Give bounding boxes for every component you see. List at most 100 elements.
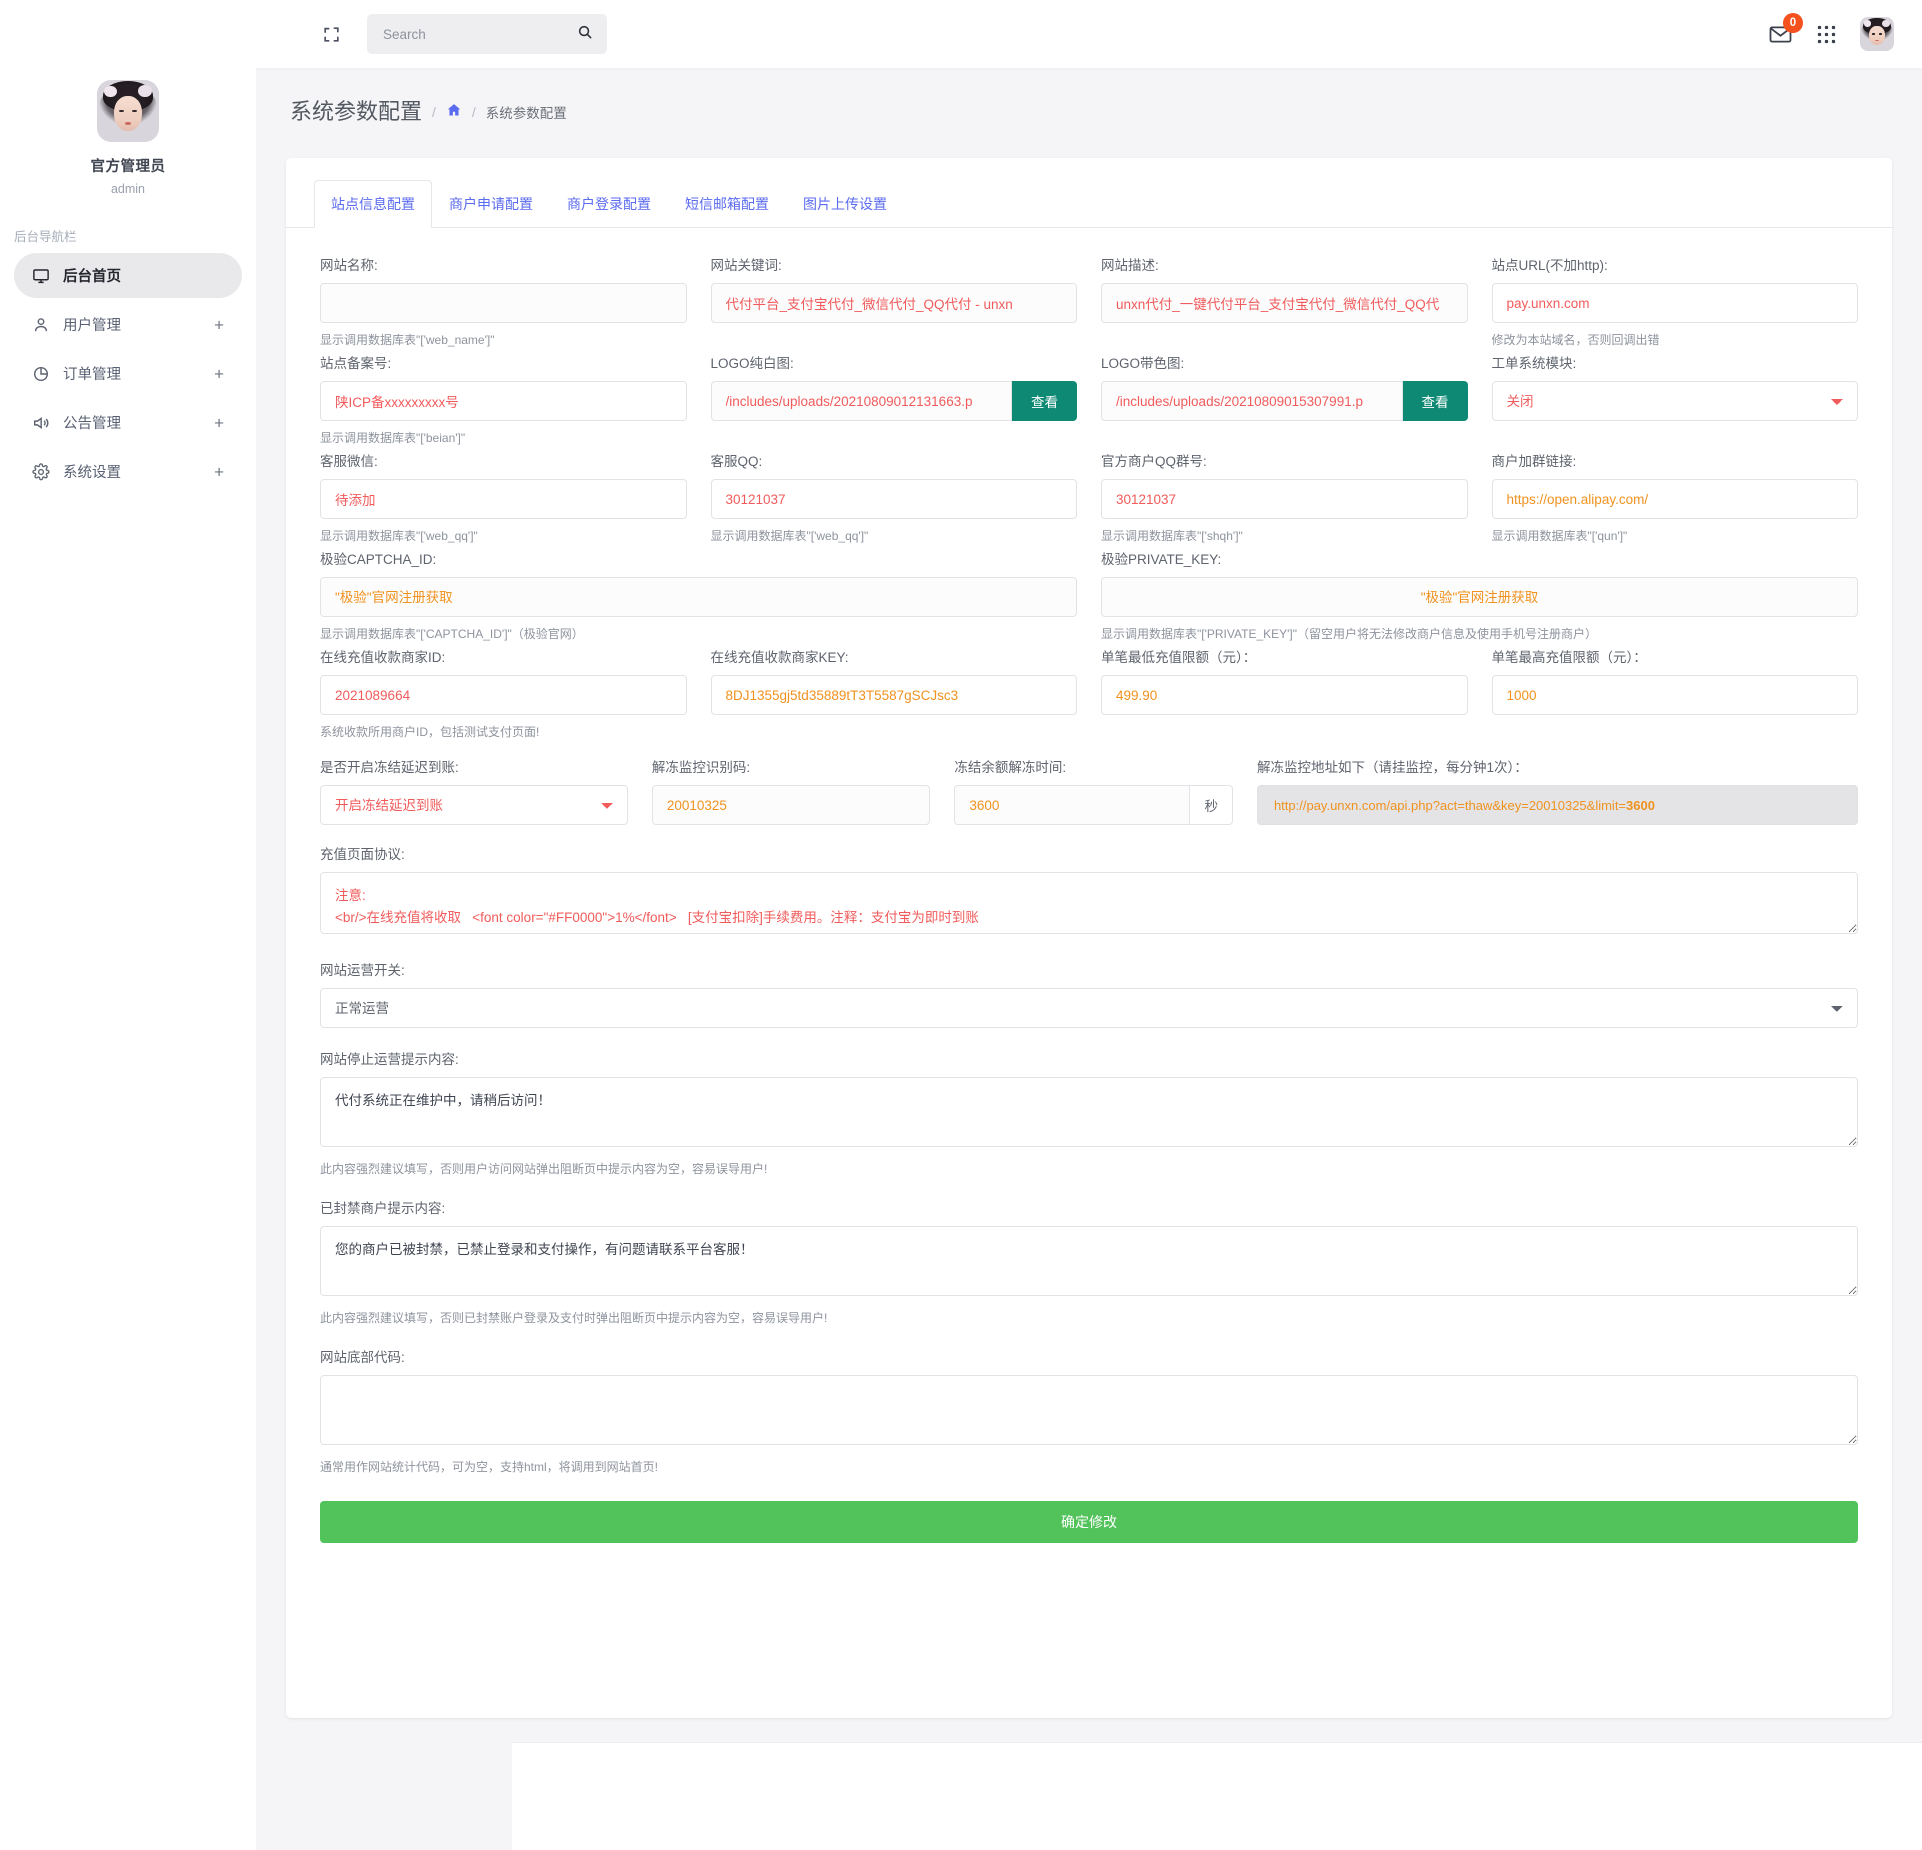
expand-icon[interactable] bbox=[322, 25, 341, 44]
logo-white-input[interactable] bbox=[710, 381, 1012, 421]
sidebar-item-users[interactable]: 用户管理 + bbox=[14, 302, 242, 347]
field-beian: 站点备案号: 显示调用数据库表"['beian']" bbox=[320, 352, 687, 446]
tab-bar: 站点信息配置 商户申请配置 商户登录配置 短信邮箱配置 图片上传设置 bbox=[286, 180, 1892, 228]
captcha-id-input[interactable] bbox=[320, 577, 1077, 617]
group-link-input[interactable] bbox=[1491, 479, 1858, 519]
field-hint: 此内容强烈建议填写，否则用户访问网站弹出阻断页中提示内容为空，容易误导用户! bbox=[320, 1162, 768, 1176]
field-label: LOGO纯白图: bbox=[710, 356, 794, 371]
field-hint: 显示调用数据库表"['PRIVATE_KEY']"（留空用户将无法修改商户信息及… bbox=[1101, 627, 1598, 641]
qq-group-input[interactable] bbox=[1101, 479, 1468, 519]
thaw-time-unit: 秒 bbox=[1190, 785, 1233, 825]
operation-switch-select[interactable]: 正常运营 bbox=[320, 988, 1858, 1028]
expand-plus-icon[interactable]: + bbox=[214, 463, 224, 480]
avatar[interactable] bbox=[1860, 17, 1894, 51]
tab-merchant-login[interactable]: 商户登录配置 bbox=[550, 180, 668, 228]
page-title: 系统参数配置 bbox=[290, 99, 423, 124]
ticket-module-select[interactable]: 关闭 bbox=[1491, 381, 1858, 421]
field-hint: 显示调用数据库表"['CAPTCHA_ID']"（极验官网） bbox=[320, 627, 584, 641]
field-min-recharge: 单笔最低充值限额（元）： bbox=[1101, 646, 1468, 740]
merchant-id-input[interactable] bbox=[320, 675, 687, 715]
form-row-3: 客服微信: 显示调用数据库表"['web_qq']" 客服QQ: 显示调用数据库… bbox=[320, 450, 1858, 544]
field-hint: 显示调用数据库表"['qun']" bbox=[1491, 529, 1628, 543]
sidebar-profile: 官方管理员 admin bbox=[0, 0, 256, 196]
field-site-url: 站点URL(不加http): 修改为本站域名，否则回调出错 bbox=[1491, 254, 1858, 348]
max-recharge-input[interactable] bbox=[1491, 675, 1858, 715]
view-logo-white-button[interactable]: 查看 bbox=[1012, 381, 1077, 421]
field-label: 已封禁商户提示内容: bbox=[320, 1201, 446, 1216]
home-icon[interactable] bbox=[446, 102, 462, 122]
search-input[interactable] bbox=[381, 25, 577, 43]
field-label: 解冻监控识别码: bbox=[651, 760, 751, 775]
web-keywords-input[interactable] bbox=[710, 283, 1077, 323]
sidebar-item-announcements[interactable]: 公告管理 + bbox=[14, 400, 242, 445]
breadcrumb-separator: / bbox=[432, 104, 436, 120]
mail-badge: 0 bbox=[1783, 12, 1803, 33]
site-url-input[interactable] bbox=[1491, 283, 1858, 323]
sidebar-item-dashboard[interactable]: 后台首页 bbox=[14, 253, 242, 298]
field-freeze-switch: 是否开启冻结延迟到账: 开启冻结延迟到账 bbox=[320, 756, 628, 825]
field-kefu-qq: 客服QQ: 显示调用数据库表"['web_qq']" bbox=[710, 450, 1077, 544]
user-avatar-image bbox=[1860, 17, 1894, 51]
stop-notice-textarea[interactable] bbox=[320, 1077, 1858, 1147]
tab-merchant-apply[interactable]: 商户申请配置 bbox=[432, 180, 550, 228]
field-ticket-module: 工单系统模块: 关闭 bbox=[1491, 352, 1858, 446]
field-label: 单笔最低充值限额（元）： bbox=[1101, 650, 1257, 665]
min-recharge-input[interactable] bbox=[1101, 675, 1468, 715]
field-group-link: 商户加群链接: 显示调用数据库表"['qun']" bbox=[1491, 450, 1858, 544]
field-max-recharge: 单笔最高充值限额（元）： bbox=[1491, 646, 1858, 740]
protocol-textarea[interactable] bbox=[320, 872, 1858, 934]
breadcrumb-separator: / bbox=[471, 104, 476, 120]
field-label: 单笔最高充值限额（元）： bbox=[1491, 650, 1647, 665]
profile-name: 官方管理员 bbox=[90, 159, 166, 175]
avatar[interactable] bbox=[97, 80, 159, 142]
expand-plus-icon[interactable]: + bbox=[214, 365, 224, 382]
field-banned-notice: 已封禁商户提示内容: 此内容强烈建议填写，否则已封禁账户登录及支付时弹出阻断页中… bbox=[320, 1197, 1858, 1326]
thaw-time-group: 秒 bbox=[954, 785, 1233, 825]
sidebar-item-settings[interactable]: 系统设置 + bbox=[14, 449, 242, 494]
hamburger-icon[interactable] bbox=[278, 29, 300, 39]
beian-input[interactable] bbox=[320, 381, 687, 421]
kefu-wechat-input[interactable] bbox=[320, 479, 687, 519]
banned-notice-textarea[interactable] bbox=[320, 1226, 1858, 1296]
monitor-icon bbox=[30, 265, 52, 287]
user-avatar-image bbox=[97, 80, 159, 142]
submit-button[interactable]: 确定修改 bbox=[320, 1501, 1858, 1543]
tab-site-info[interactable]: 站点信息配置 bbox=[314, 180, 432, 228]
page-header: 系统参数配置 / / 系统参数配置 bbox=[256, 68, 1922, 126]
mail-icon[interactable]: 0 bbox=[1768, 12, 1803, 47]
web-name-input[interactable] bbox=[320, 283, 687, 323]
thaw-url-display: http://pay.unxn.com/api.php?act=thaw&key… bbox=[1256, 785, 1859, 825]
thaw-key-input[interactable] bbox=[651, 785, 931, 825]
logo-color-input[interactable] bbox=[1101, 381, 1403, 421]
expand-plus-icon[interactable]: + bbox=[214, 316, 224, 333]
field-thaw-time: 冻结余额解冻时间: 秒 bbox=[954, 756, 1233, 825]
field-hint: 通常用作网站统计代码，可为空，支持html，将调用到网站首页! bbox=[320, 1460, 659, 1474]
form-row-6: 是否开启冻结延迟到账: 开启冻结延迟到账 解冻监控识别码: 冻结余额解冻时间: … bbox=[320, 756, 1859, 825]
web-desc-input[interactable] bbox=[1101, 283, 1468, 323]
apps-grid-icon[interactable] bbox=[1815, 23, 1838, 46]
field-hint: 显示调用数据库表"['web_name']" bbox=[320, 333, 495, 347]
field-hint: 显示调用数据库表"['shqh']" bbox=[1101, 529, 1243, 543]
tab-sms-email[interactable]: 短信邮箱配置 bbox=[668, 180, 786, 228]
sidebar-item-label: 后台首页 bbox=[63, 269, 121, 285]
thaw-time-input[interactable] bbox=[954, 785, 1191, 825]
field-hint: 显示调用数据库表"['web_qq']" bbox=[710, 529, 869, 543]
private-key-input[interactable] bbox=[1101, 577, 1858, 617]
merchant-key-input[interactable] bbox=[710, 675, 1077, 715]
field-merchant-id: 在线充值收款商家ID: 系统收款所用商户ID，包括测试支付页面! bbox=[320, 646, 687, 740]
field-label: 在线充值收款商家ID: bbox=[320, 650, 446, 665]
sidebar-item-orders[interactable]: 订单管理 + bbox=[14, 351, 242, 396]
tab-image-upload[interactable]: 图片上传设置 bbox=[786, 180, 904, 228]
megaphone-icon bbox=[30, 412, 52, 434]
field-label: 网站描述: bbox=[1101, 258, 1159, 273]
field-label: 网站关键词: bbox=[710, 258, 782, 273]
search-box[interactable] bbox=[367, 14, 607, 54]
search-icon[interactable] bbox=[577, 24, 593, 45]
view-logo-color-button[interactable]: 查看 bbox=[1402, 381, 1468, 421]
kefu-qq-input[interactable] bbox=[710, 479, 1077, 519]
freeze-switch-select[interactable]: 开启冻结延迟到账 bbox=[320, 785, 628, 825]
nav-caption: 后台导航栏 bbox=[14, 230, 77, 244]
expand-plus-icon[interactable]: + bbox=[214, 414, 224, 431]
footer-code-textarea[interactable] bbox=[320, 1375, 1858, 1445]
topbar-right: 0 bbox=[1768, 12, 1894, 51]
